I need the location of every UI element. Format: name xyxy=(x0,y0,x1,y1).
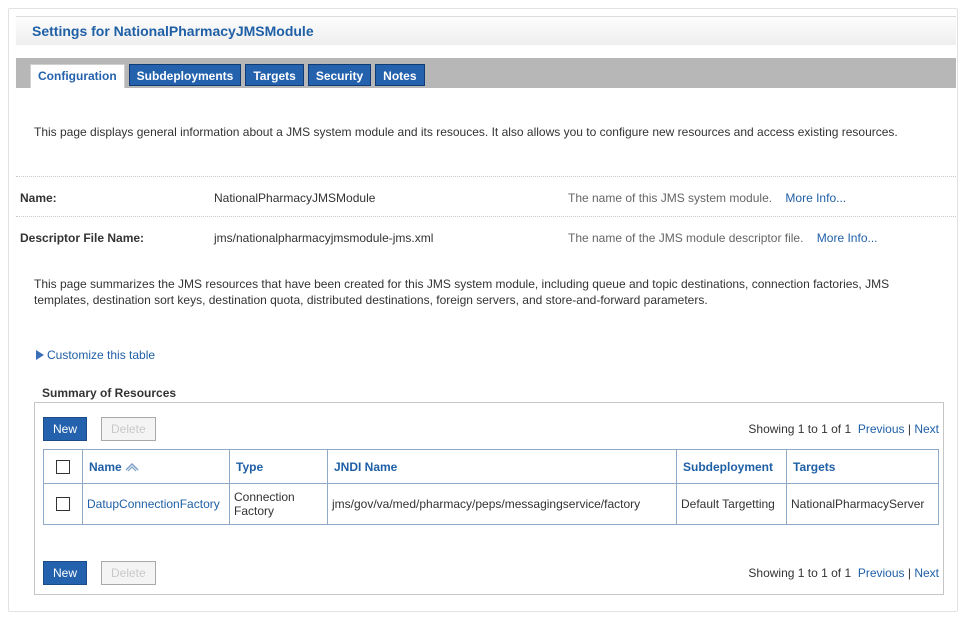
pager-showing: Showing 1 to 1 of 1 xyxy=(748,566,852,580)
column-targets[interactable]: Targets xyxy=(786,449,939,484)
row-jndi-cell: jms/gov/va/med/pharmacy/peps/messagingse… xyxy=(327,483,677,525)
row-checkbox[interactable] xyxy=(56,497,70,512)
resources-table-panel: New Delete Showing 1 to 1 of 1 Previous … xyxy=(34,402,944,595)
summary-description: This page summarizes the JMS resources t… xyxy=(34,277,890,307)
intro-text: This page displays general information a… xyxy=(34,125,898,139)
select-all-cell xyxy=(43,449,83,484)
delete-button[interactable]: Delete xyxy=(101,417,156,441)
next-link[interactable]: Next xyxy=(914,566,939,580)
select-all-checkbox[interactable] xyxy=(56,459,70,474)
descriptor-more-info-link[interactable]: More Info... xyxy=(817,231,878,245)
pager-bottom: Showing 1 to 1 of 1 Previous | Next xyxy=(748,566,939,580)
descriptor-value: jms/nationalpharmacyjmsmodule-jms.xml xyxy=(214,231,434,245)
descriptor-label: Descriptor File Name: xyxy=(20,231,145,245)
name-help-text: The name of this JMS system module. xyxy=(568,191,773,205)
pager-showing: Showing 1 to 1 of 1 xyxy=(748,422,852,436)
descriptor-row: Descriptor File Name: jms/nationalpharma… xyxy=(16,224,956,252)
row-subdeployment-cell: Default Targetting xyxy=(676,483,787,525)
expand-triangle-icon xyxy=(36,350,44,360)
column-name[interactable]: Name xyxy=(82,449,230,484)
title-bar: Settings for NationalPharmacyJMSModule xyxy=(16,16,956,45)
table-row: DatupConnectionFactory Connection Factor… xyxy=(43,483,939,525)
pager-separator: | xyxy=(907,566,911,580)
divider xyxy=(16,176,956,177)
name-label: Name: xyxy=(20,191,57,205)
previous-link[interactable]: Previous xyxy=(858,422,905,436)
column-name-label: Name xyxy=(89,459,122,474)
tab-configuration[interactable]: Configuration xyxy=(30,64,125,90)
row-select-cell xyxy=(43,483,83,525)
column-jndi[interactable]: JNDI Name xyxy=(327,449,677,484)
name-more-info-link[interactable]: More Info... xyxy=(785,191,846,205)
row-type-cell: Connection Factory xyxy=(229,483,328,525)
tab-targets[interactable]: Targets xyxy=(245,64,304,86)
page-title: Settings for NationalPharmacyJMSModule xyxy=(32,23,314,39)
column-subdeployment[interactable]: Subdeployment xyxy=(676,449,787,484)
name-help: The name of this JMS system module. More… xyxy=(568,191,846,205)
name-value: NationalPharmacyJMSModule xyxy=(214,191,376,205)
table-header-row: Name Type JNDI Name Subdeployment Target… xyxy=(43,449,939,484)
descriptor-help-text: The name of the JMS module descriptor fi… xyxy=(568,231,804,245)
divider xyxy=(16,216,956,217)
descriptor-help: The name of the JMS module descriptor fi… xyxy=(568,231,878,245)
tab-strip: Configuration Subdeployments Targets Sec… xyxy=(16,58,956,90)
customize-label: Customize this table xyxy=(47,348,156,362)
summary-title: Summary of Resources xyxy=(42,386,177,400)
column-type[interactable]: Type xyxy=(229,449,328,484)
row-targets-cell: NationalPharmacyServer xyxy=(786,483,939,525)
row-name-cell: DatupConnectionFactory xyxy=(82,483,230,525)
sort-asc-icon[interactable] xyxy=(125,462,139,472)
name-row: Name: NationalPharmacyJMSModule The name… xyxy=(16,184,956,212)
tab-subdeployments[interactable]: Subdeployments xyxy=(128,64,242,86)
resource-name-link[interactable]: DatupConnectionFactory xyxy=(87,497,220,511)
tab-notes[interactable]: Notes xyxy=(375,64,425,86)
new-button-bottom[interactable]: New xyxy=(43,561,88,585)
delete-button-bottom[interactable]: Delete xyxy=(101,561,156,585)
customize-table-link[interactable]: Customize this table xyxy=(36,348,155,362)
content-area: This page displays general information a… xyxy=(16,88,956,608)
previous-link[interactable]: Previous xyxy=(858,566,905,580)
new-button[interactable]: New xyxy=(43,417,88,441)
pager-top: Showing 1 to 1 of 1 Previous | Next xyxy=(748,422,939,436)
next-link[interactable]: Next xyxy=(914,422,939,436)
pager-separator: | xyxy=(907,422,911,436)
resources-table: Name Type JNDI Name Subdeployment Target… xyxy=(43,449,939,525)
tab-security[interactable]: Security xyxy=(307,64,372,86)
